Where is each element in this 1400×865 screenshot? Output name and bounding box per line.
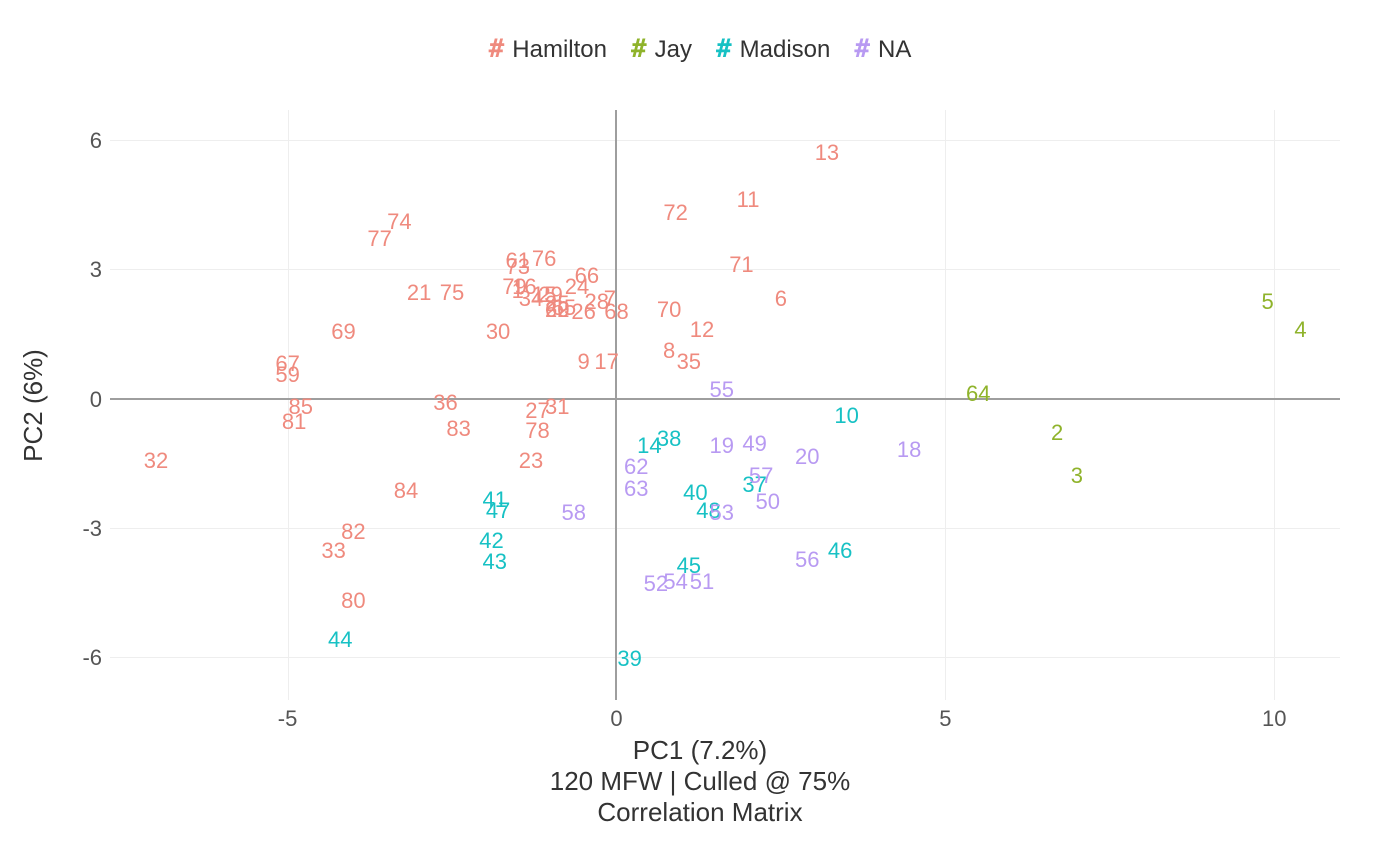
plot-area: 1678911121315161721222324252627282930313…	[110, 110, 1340, 700]
x-tick-label: 0	[586, 706, 646, 732]
legend-symbol: #	[854, 34, 878, 64]
y-tick-label: -6	[42, 645, 102, 669]
x-axis-ticks: -5 0 5 10	[110, 700, 1340, 730]
x-tick-label: -5	[258, 706, 318, 732]
y-tick-label: 3	[42, 257, 102, 281]
legend-item: #Jay	[631, 34, 692, 64]
y-axis-ticks: -6 -3 0 3 6	[0, 110, 110, 700]
legend-label: Jay	[655, 36, 692, 63]
x-tick-label: 10	[1244, 706, 1304, 732]
y-tick-label: 0	[42, 387, 102, 411]
y-tick-label: 6	[42, 128, 102, 152]
legend-label: Hamilton	[512, 36, 607, 63]
legend-symbol: #	[489, 34, 513, 64]
legend-label: NA	[878, 36, 911, 63]
legend-item: #NA	[854, 34, 911, 64]
chart: #Hamilton#Jay#Madison#NA PC2 (6%) 167891…	[0, 0, 1400, 865]
legend-item: #Hamilton	[489, 34, 607, 64]
legend-symbol: #	[716, 34, 740, 64]
legend-label: Madison	[740, 36, 831, 63]
legend-symbol: #	[631, 34, 655, 64]
y-tick-label: -3	[42, 516, 102, 540]
x-axis-title: PC1 (7.2%) 120 MFW | Culled @ 75% Correl…	[0, 735, 1400, 829]
legend-item: #Madison	[716, 34, 830, 64]
legend: #Hamilton#Jay#Madison#NA	[0, 34, 1400, 64]
x-tick-label: 5	[915, 706, 975, 732]
